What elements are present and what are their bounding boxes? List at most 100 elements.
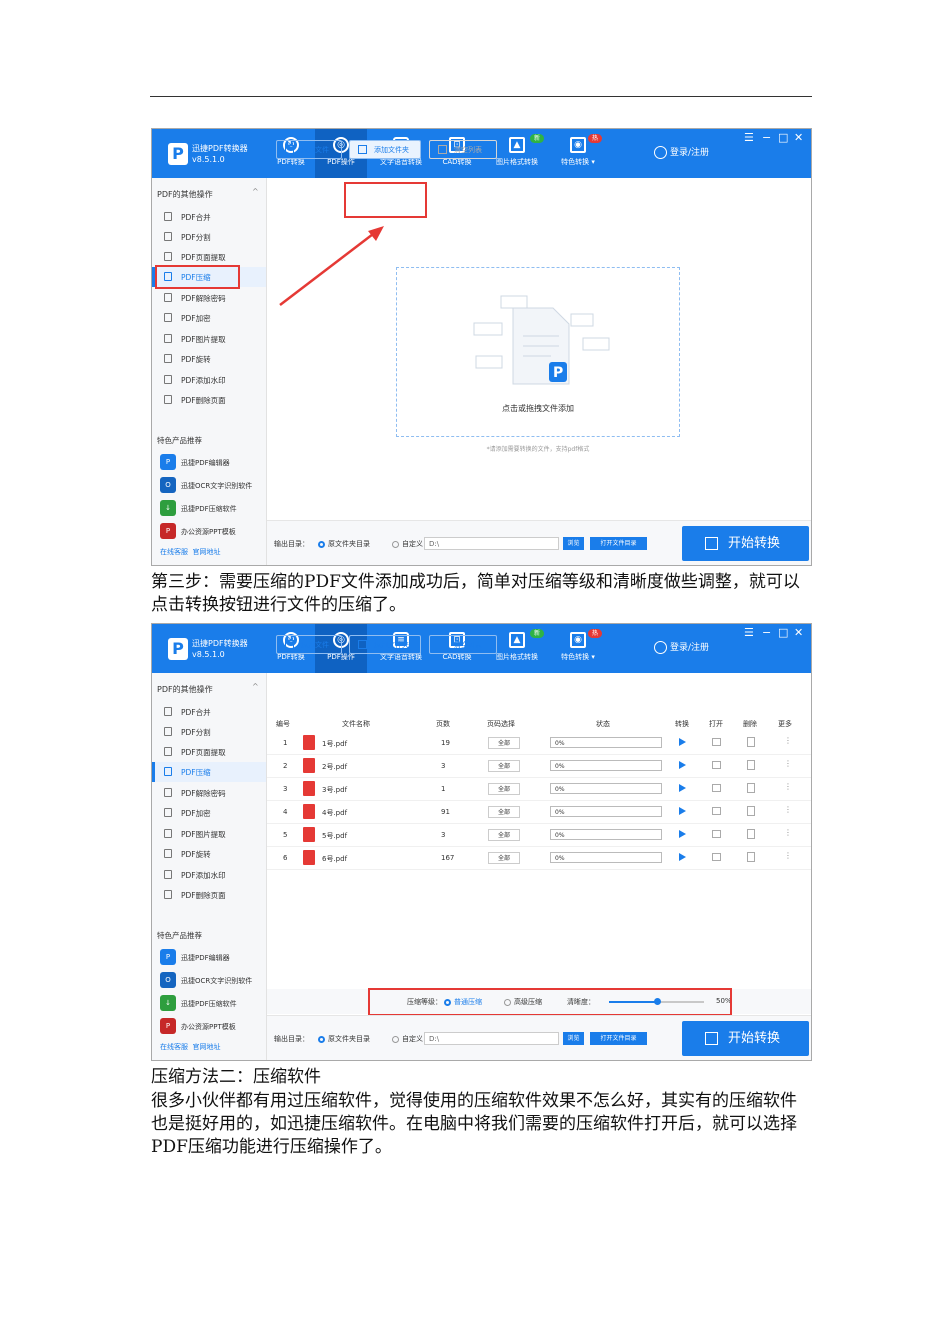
add-file-icon — [285, 145, 294, 154]
add-folder-button[interactable]: 添加文件夹 — [349, 635, 421, 654]
method2-paragraph: 很多小伙伴都有用过压缩软件，觉得使用的压缩软件效果不怎么好，其实有的压缩软件也是… — [151, 1091, 797, 1157]
more-icon[interactable]: ⋮ — [784, 782, 792, 791]
login-link[interactable]: 登录/注册 — [654, 145, 709, 159]
login-link[interactable]: 登录/注册 — [654, 640, 709, 654]
play-icon[interactable] — [679, 761, 686, 769]
play-icon[interactable] — [679, 784, 686, 792]
clear-list-button[interactable]: 清空列表 — [429, 140, 497, 159]
page-range-select[interactable]: 全部 — [488, 829, 520, 841]
rec-ppt[interactable]: P 办公资源PPT模板 — [157, 1015, 262, 1037]
delete-icon[interactable] — [747, 852, 755, 862]
footer-links[interactable]: 在线客服 官网地址 — [160, 1042, 220, 1052]
sidebar-item-delete-page[interactable]: PDF删除页面 — [152, 390, 266, 410]
minimize-icon[interactable]: − — [762, 131, 771, 144]
play-icon[interactable] — [679, 830, 686, 838]
sidebar-item-watermark[interactable]: PDF添加水印 — [152, 865, 266, 885]
table-row[interactable]: 2 2号.pdf 3 全部 0% ⋮ — [267, 755, 811, 778]
clear-list-button[interactable]: 清空列表 — [429, 635, 497, 654]
browse-button[interactable]: 浏览 — [563, 537, 584, 550]
menu-icon[interactable]: ☰ — [744, 131, 754, 144]
sidebar-item-unlock[interactable]: PDF解除密码 — [152, 783, 266, 803]
open-folder-icon[interactable] — [712, 830, 721, 838]
table-row[interactable]: 5 5号.pdf 3 全部 0% ⋮ — [267, 824, 811, 847]
rec-pdf-editor[interactable]: P 迅捷PDF编辑器 — [157, 451, 262, 473]
rec-pdf-editor[interactable]: P 迅捷PDF编辑器 — [157, 946, 262, 968]
footer-links[interactable]: 在线客服 官网地址 — [160, 547, 220, 557]
maximize-icon[interactable]: □ — [778, 626, 788, 639]
open-folder-icon[interactable] — [712, 738, 721, 746]
sidebar-item-rotate[interactable]: PDF旋转 — [152, 349, 266, 369]
delete-icon[interactable] — [747, 806, 755, 816]
more-icon[interactable]: ⋮ — [784, 759, 792, 768]
open-folder-icon[interactable] — [712, 853, 721, 861]
table-row[interactable]: 6 6号.pdf 167 全部 0% ⋮ — [267, 847, 811, 870]
open-folder-icon[interactable] — [712, 784, 721, 792]
maximize-icon[interactable]: □ — [778, 131, 788, 144]
delete-icon[interactable] — [747, 829, 755, 839]
sidebar-item-compress[interactable]: PDF压缩 — [152, 762, 266, 782]
rec-compress[interactable]: ↓ 迅捷PDF压缩软件 — [157, 497, 262, 519]
drop-zone[interactable]: P 点击或拖拽文件添加 — [396, 267, 680, 437]
play-icon[interactable] — [679, 738, 686, 746]
play-icon[interactable] — [679, 807, 686, 815]
sidebar-item-image-extract[interactable]: PDF图片提取 — [152, 329, 266, 349]
page-range-select[interactable]: 全部 — [488, 760, 520, 772]
more-icon[interactable]: ⋮ — [784, 805, 792, 814]
start-convert-button[interactable]: 开始转换 — [682, 1021, 809, 1056]
sidebar-item-split[interactable]: PDF分割 — [152, 722, 266, 742]
output-path-field[interactable]: D:\ — [424, 537, 559, 550]
start-convert-button[interactable]: 开始转换 — [682, 526, 809, 561]
menu-icon[interactable]: ☰ — [744, 626, 754, 639]
rec-compress[interactable]: ↓ 迅捷PDF压缩软件 — [157, 992, 262, 1014]
sidebar-item-merge[interactable]: PDF合并 — [152, 702, 266, 722]
more-icon[interactable]: ⋮ — [784, 851, 792, 860]
collapse-icon[interactable]: ^ — [252, 682, 259, 691]
rec-ocr[interactable]: O 迅捷OCR文字识别软件 — [157, 474, 262, 496]
page-range-select[interactable]: 全部 — [488, 806, 520, 818]
close-icon[interactable]: ✕ — [794, 626, 803, 639]
table-row[interactable]: 1 1号.pdf 19 全部 0% ⋮ — [267, 732, 811, 755]
sidebar-item-rotate[interactable]: PDF旋转 — [152, 844, 266, 864]
open-folder-icon[interactable] — [712, 761, 721, 769]
delete-icon[interactable] — [747, 783, 755, 793]
output-path-field[interactable]: D:\ — [424, 1032, 559, 1045]
sidebar-item-delete-page[interactable]: PDF删除页面 — [152, 885, 266, 905]
sidebar-item-encrypt[interactable]: PDF加密 — [152, 803, 266, 823]
sidebar-item-split[interactable]: PDF分割 — [152, 227, 266, 247]
delete-icon[interactable] — [747, 737, 755, 747]
play-icon[interactable] — [679, 853, 686, 861]
sidebar-item-unlock[interactable]: PDF解除密码 — [152, 288, 266, 308]
page-range-select[interactable]: 全部 — [488, 783, 520, 795]
rec-ocr[interactable]: O 迅捷OCR文字识别软件 — [157, 969, 262, 991]
extract-icon — [164, 747, 172, 756]
sidebar-item-watermark[interactable]: PDF添加水印 — [152, 370, 266, 390]
open-dir-button[interactable]: 打开文件目录 — [590, 537, 647, 550]
progress-bar: 0% — [550, 852, 662, 863]
collapse-icon[interactable]: ^ — [252, 187, 259, 196]
open-folder-icon[interactable] — [712, 807, 721, 815]
add-file-button[interactable]: 添加文件 — [276, 140, 342, 159]
more-icon[interactable]: ⋮ — [784, 736, 792, 745]
page-range-select[interactable]: 全部 — [488, 852, 520, 864]
add-folder-button[interactable]: 添加文件夹 — [349, 140, 421, 159]
page-range-select[interactable]: 全部 — [488, 737, 520, 749]
sidebar-item-merge[interactable]: PDF合并 — [152, 207, 266, 227]
sidebar-item-encrypt[interactable]: PDF加密 — [152, 308, 266, 328]
sidebar-item-extract[interactable]: PDF页面提取 — [152, 247, 266, 267]
browse-button[interactable]: 浏览 — [563, 1032, 584, 1045]
radio-source-dir[interactable]: 原文件夹目录 — [318, 1034, 370, 1044]
open-dir-button[interactable]: 打开文件目录 — [590, 1032, 647, 1045]
table-row[interactable]: 3 3号.pdf 1 全部 0% ⋮ — [267, 778, 811, 801]
user-icon — [654, 641, 667, 654]
sidebar-item-image-extract[interactable]: PDF图片提取 — [152, 824, 266, 844]
sidebar-item-extract[interactable]: PDF页面提取 — [152, 742, 266, 762]
rec-ppt[interactable]: P 办公资源PPT模板 — [157, 520, 262, 542]
minimize-icon[interactable]: − — [762, 626, 771, 639]
close-icon[interactable]: ✕ — [794, 131, 803, 144]
table-row[interactable]: 4 4号.pdf 91 全部 0% ⋮ — [267, 801, 811, 824]
add-file-button[interactable]: 添加文件 — [276, 635, 342, 654]
radio-source-dir[interactable]: 原文件夹目录 — [318, 539, 370, 549]
delete-icon[interactable] — [747, 760, 755, 770]
more-icon[interactable]: ⋮ — [784, 828, 792, 837]
drop-hint: *请添加需要转换的文件，支持pdf格式 — [486, 446, 590, 453]
